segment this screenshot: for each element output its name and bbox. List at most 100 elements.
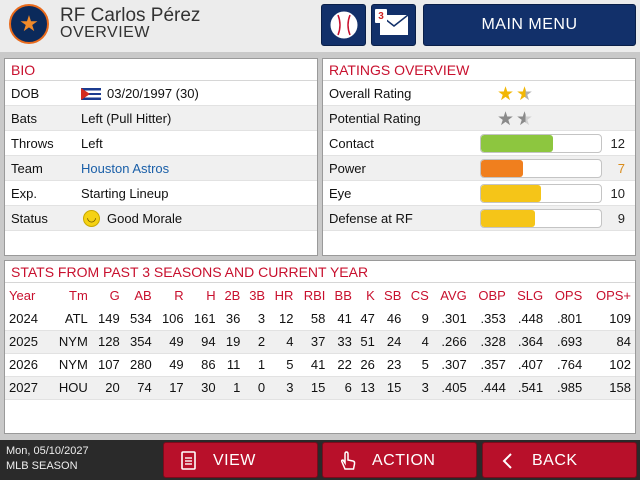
- mail-button[interactable]: 3: [371, 4, 416, 46]
- stats-column-header[interactable]: Year: [5, 283, 51, 307]
- rating-bar-value: 9: [617, 211, 625, 226]
- table-cell: 33: [329, 330, 356, 354]
- stats-column-header[interactable]: CS: [405, 283, 432, 307]
- rating-bar-value: 12: [610, 136, 625, 151]
- bio-title: BIO: [5, 59, 317, 81]
- stats-column-header[interactable]: G: [92, 283, 124, 307]
- stats-column-header[interactable]: AB: [124, 283, 156, 307]
- rating-bar-fill: [481, 160, 523, 177]
- table-cell: 106: [155, 307, 188, 331]
- stats-column-header[interactable]: R: [156, 283, 188, 307]
- bio-row-throws: Throws Left: [5, 131, 317, 156]
- smiley-icon: ◡: [83, 210, 100, 227]
- table-cell: 3: [244, 307, 270, 331]
- table-cell: 36: [219, 307, 245, 331]
- table-cell: 4: [269, 330, 298, 354]
- action-button[interactable]: ACTION: [322, 442, 477, 478]
- table-cell: 37: [297, 330, 330, 354]
- table-cell: 9: [405, 307, 433, 331]
- stats-column-header[interactable]: K: [356, 283, 379, 307]
- table-cell: 0: [244, 376, 270, 400]
- view-button[interactable]: VIEW: [163, 442, 318, 478]
- rating-bar-label: Eye: [329, 186, 352, 201]
- table-cell: .444: [470, 376, 510, 400]
- stats-column-header[interactable]: OPS: [547, 283, 586, 307]
- rating-bar: [480, 159, 602, 178]
- stats-column-header[interactable]: RBI: [297, 283, 329, 307]
- main-menu-button[interactable]: MAIN MENU: [423, 4, 636, 46]
- rating-bar-row: Contact 12: [323, 131, 635, 156]
- back-button[interactable]: BACK: [482, 442, 637, 478]
- bats-label: Bats: [11, 111, 38, 126]
- table-cell: .266: [432, 330, 471, 354]
- stats-column-header[interactable]: OPS+: [586, 283, 635, 307]
- table-cell: 15: [378, 376, 406, 400]
- table-cell: 46: [378, 307, 406, 331]
- table-cell: .801: [547, 307, 587, 331]
- dob-value: 03/20/1997 (30): [107, 86, 199, 101]
- bio-row-status: Status ◡ Good Morale: [5, 206, 317, 231]
- stats-column-header[interactable]: H: [188, 283, 220, 307]
- table-cell: .307: [432, 353, 471, 377]
- bio-row-dob: DOB 03/20/1997 (30): [5, 81, 317, 106]
- stats-column-header[interactable]: 2B: [220, 283, 245, 307]
- action-label: ACTION: [372, 452, 436, 469]
- table-cell: 3: [405, 376, 433, 400]
- table-cell: 49: [155, 330, 188, 354]
- table-cell: 74: [123, 376, 156, 400]
- stats-column-header[interactable]: SB: [379, 283, 406, 307]
- table-cell: .764: [547, 353, 587, 377]
- table-cell: .693: [547, 330, 587, 354]
- throws-value: Left: [81, 136, 103, 151]
- stats-column-header[interactable]: BB: [329, 283, 356, 307]
- stats-column-header[interactable]: HR: [269, 283, 297, 307]
- table-cell: NYM: [50, 330, 92, 354]
- table-cell: 107: [91, 353, 124, 377]
- table-cell: 51: [355, 330, 379, 354]
- table-cell: 49: [155, 353, 188, 377]
- ratings-title: RATINGS OVERVIEW: [323, 59, 635, 81]
- bio-panel: BIO DOB 03/20/1997 (30) Bats Left (Pull …: [4, 58, 318, 256]
- exp-label: Exp.: [11, 186, 38, 201]
- table-cell: 2: [244, 330, 270, 354]
- table-cell: .541: [509, 376, 548, 400]
- status-label: Status: [11, 211, 48, 226]
- table-cell: 128: [91, 330, 124, 354]
- game-date: Mon, 05/10/2027: [6, 445, 89, 457]
- bio-row-team: Team Houston Astros: [5, 156, 317, 181]
- status-value: Good Morale: [107, 211, 183, 226]
- rating-bar-fill: [481, 210, 535, 227]
- back-label: BACK: [532, 452, 578, 469]
- stats-body: 2024 ATL 149 534 106 161 36 3 12 58 41 47 46 9.301.35…: [5, 307, 635, 400]
- overall-rating-row: Overall Rating ★★: [323, 81, 635, 106]
- table-cell: .407: [509, 353, 548, 377]
- table-cell: 58: [297, 307, 330, 331]
- view-label: VIEW: [213, 452, 256, 469]
- table-cell: 41: [297, 353, 330, 377]
- team-link[interactable]: Houston Astros: [81, 161, 169, 176]
- stats-column-header[interactable]: SLG: [510, 283, 547, 307]
- table-row: 2025 NYM 128 354 49 94 19 2 4 37 33 51 24 4.266.328.3…: [5, 330, 635, 354]
- table-cell: 19: [219, 330, 245, 354]
- stats-column-header[interactable]: 3B: [244, 283, 269, 307]
- baseball-button[interactable]: [321, 4, 366, 46]
- document-icon: [181, 451, 196, 470]
- dob-label: DOB: [11, 86, 40, 101]
- table-cell: 84: [586, 330, 635, 354]
- table-cell: 2025: [5, 330, 51, 354]
- table-cell: 41: [329, 307, 356, 331]
- stats-column-header[interactable]: AVG: [433, 283, 471, 307]
- table-cell: 23: [378, 353, 406, 377]
- table-cell: 20: [91, 376, 124, 400]
- season-label: MLB SEASON: [6, 460, 78, 472]
- table-cell: .328: [470, 330, 510, 354]
- table-cell: 17: [155, 376, 188, 400]
- stats-column-header[interactable]: OBP: [471, 283, 510, 307]
- rating-bar: [480, 184, 602, 203]
- header-bar: ★ RF Carlos Pérez OVERVIEW 3 MAIN MENU: [0, 0, 640, 52]
- table-cell: 24: [378, 330, 406, 354]
- stats-column-header[interactable]: Tm: [51, 283, 92, 307]
- exp-value: Starting Lineup: [81, 186, 169, 201]
- star-half-icon: ★: [516, 109, 536, 130]
- table-cell: 94: [187, 330, 220, 354]
